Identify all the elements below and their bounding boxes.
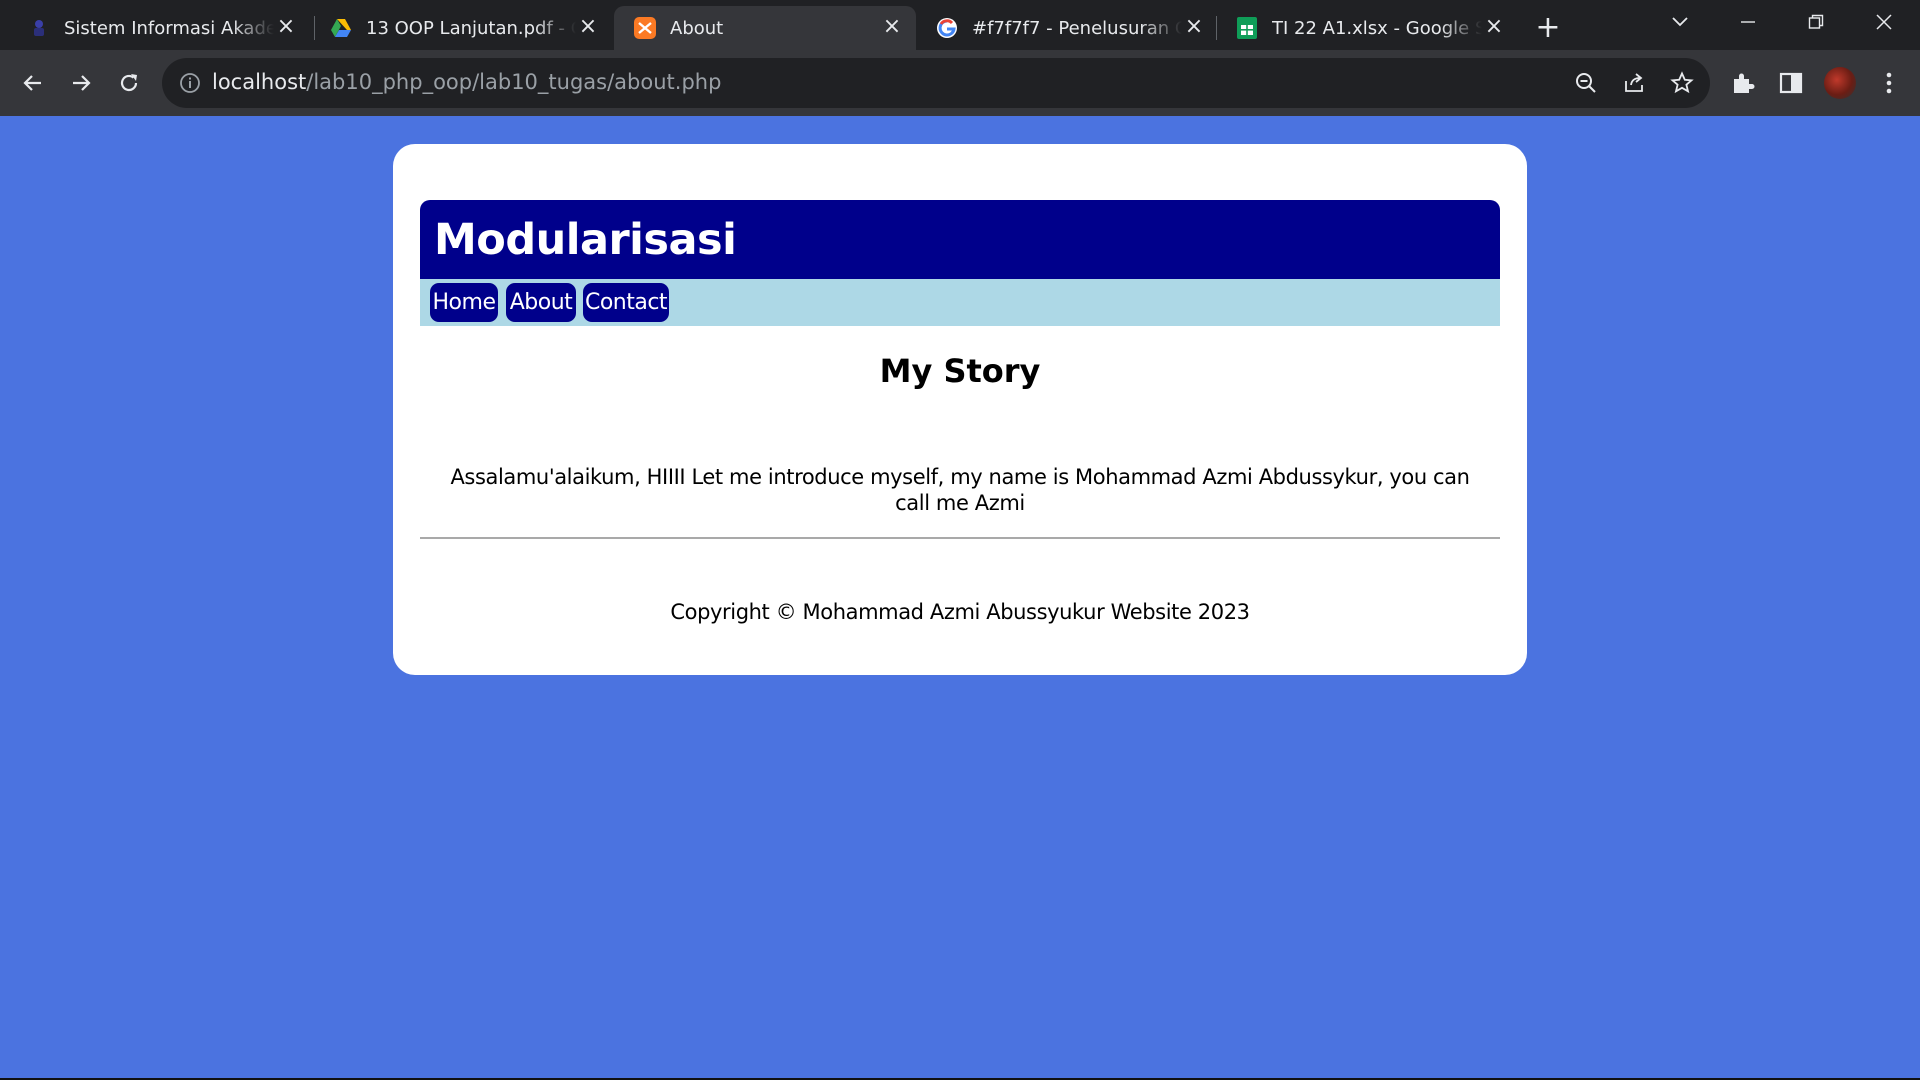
story-text: Assalamu'alaikum, HIIII Let me introduce… [450, 465, 1470, 515]
arrow-left-icon [23, 75, 41, 91]
google-sheets-icon [1236, 17, 1258, 39]
side-panel-icon[interactable] [1778, 70, 1804, 96]
address-url[interactable]: localhost/lab10_php_oop/lab10_tugas/abou… [212, 70, 721, 94]
reload-button[interactable] [110, 64, 148, 102]
restore-button[interactable] [1782, 0, 1850, 44]
reload-icon [120, 74, 138, 92]
footer-copyright: Copyright © Mohammad Azmi Abussyukur Web… [670, 600, 1250, 624]
footer-divider [420, 537, 1500, 539]
zoom-out-icon[interactable] [1574, 71, 1598, 95]
browser-toolbar: localhost/lab10_php_oop/lab10_tugas/abou… [0, 50, 1920, 116]
tab-title: About [670, 17, 724, 39]
nav-link-about[interactable]: About [506, 283, 576, 322]
close-icon[interactable]: × [882, 16, 902, 38]
close-icon[interactable]: × [578, 16, 598, 38]
nav-link-home[interactable]: Home [430, 283, 498, 322]
info-icon[interactable] [178, 71, 202, 99]
new-tab-button[interactable]: + [1530, 10, 1566, 46]
close-window-button[interactable] [1850, 0, 1918, 44]
menu-kebab-icon[interactable] [1876, 70, 1902, 96]
site-header: Modularisasi [420, 200, 1500, 279]
bookmark-star-icon[interactable] [1670, 71, 1694, 95]
minimize-button[interactable] [1714, 0, 1782, 44]
url-path: /lab10_php_oop/lab10_tugas/about.php [306, 70, 722, 94]
google-drive-icon [330, 17, 352, 39]
content-card: Modularisasi Home About Contact My Story… [393, 144, 1527, 675]
site-title: Modularisasi [434, 215, 737, 265]
close-icon[interactable]: × [1484, 16, 1504, 38]
tab-google-sheets[interactable]: TI 22 A1.xlsx - Google Spreadsheet × [1216, 6, 1518, 50]
nav-link-contact[interactable]: Contact [583, 283, 669, 322]
restore-icon [1808, 14, 1824, 29]
minimize-icon [1741, 21, 1755, 23]
page-viewport: Modularisasi Home About Contact My Story… [0, 116, 1920, 1078]
tab-search-button[interactable] [1646, 0, 1714, 44]
tab-title: #f7f7f7 - Penelusuran Google [972, 17, 1182, 39]
chevron-down-icon [1672, 17, 1688, 27]
campus-icon [28, 17, 50, 39]
google-icon [936, 17, 958, 39]
tab-title: 13 OOP Lanjutan.pdf - Google Drive [366, 17, 576, 39]
profile-avatar[interactable] [1824, 67, 1856, 99]
back-button[interactable] [14, 64, 52, 102]
tab-sistem-informasi[interactable]: Sistem Informasi Akademik × [8, 6, 310, 50]
tab-google-search[interactable]: #f7f7f7 - Penelusuran Google × [916, 6, 1218, 50]
forward-button[interactable] [62, 64, 100, 102]
site-navbar: Home About Contact [420, 279, 1500, 326]
close-icon [1876, 14, 1892, 30]
close-icon[interactable]: × [1184, 16, 1204, 38]
tab-about[interactable]: About × [614, 6, 916, 50]
xampp-icon [634, 17, 656, 39]
page-title: My Story [879, 352, 1041, 390]
url-host: localhost [212, 70, 307, 94]
tab-oop-lanjutan[interactable]: 13 OOP Lanjutan.pdf - Google Drive × [310, 6, 612, 50]
tab-title: Sistem Informasi Akademik [64, 17, 274, 39]
close-icon[interactable]: × [276, 16, 296, 38]
share-icon[interactable] [1622, 71, 1646, 95]
tab-strip: Sistem Informasi Akademik × 13 OOP Lanju… [0, 0, 1920, 50]
arrow-right-icon [73, 75, 91, 91]
extensions-icon[interactable] [1730, 70, 1756, 96]
tab-title: TI 22 A1.xlsx - Google Spreadsheet [1272, 17, 1482, 39]
address-bar[interactable]: localhost/lab10_php_oop/lab10_tugas/abou… [162, 58, 1710, 108]
